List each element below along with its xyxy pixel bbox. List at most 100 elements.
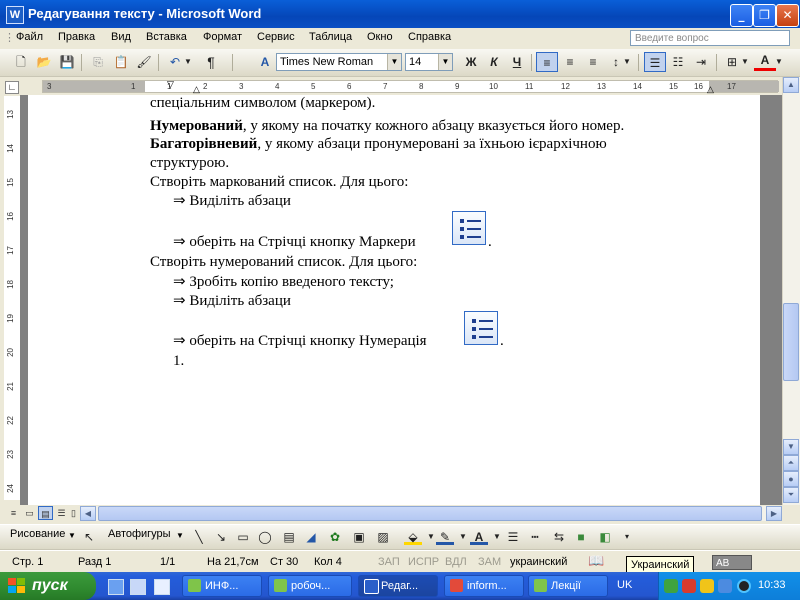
status-track-changes[interactable]: ИСПР	[408, 556, 439, 568]
diagram-icon[interactable]: ✿	[326, 529, 344, 545]
quicklaunch-desktop-icon[interactable]	[108, 579, 124, 595]
font-color-dropdown-icon[interactable]: ▼	[774, 52, 784, 72]
menu-view[interactable]: Вид	[111, 31, 131, 43]
oval-tool-icon[interactable]: ◯	[256, 529, 274, 545]
horizontal-scrollbar[interactable]: ◀ ▶	[80, 506, 782, 521]
vertical-scrollbar[interactable]: ▲ ▼ ⏶ ● ⏷	[782, 77, 800, 505]
taskbar-item-robochi[interactable]: робоч...	[268, 575, 352, 597]
underline-button[interactable]: Ч	[506, 52, 528, 72]
menu-table[interactable]: Таблица	[309, 31, 352, 43]
menu-window[interactable]: Окно	[367, 31, 393, 43]
font-size-combo[interactable]: 14 ▼	[405, 53, 453, 71]
quicklaunch-notepad-icon[interactable]	[154, 579, 170, 595]
wordart-icon[interactable]: ◢	[302, 529, 320, 545]
3d-style-icon[interactable]: ◧	[596, 529, 614, 545]
restore-icon[interactable]: ❐	[753, 4, 776, 27]
help-question-input[interactable]: Введите вопрос	[630, 30, 790, 46]
browse-object-icon[interactable]: ●	[783, 471, 799, 487]
quicklaunch-explorer-icon[interactable]	[130, 579, 146, 595]
start-button[interactable]: пуск	[0, 572, 96, 600]
arrow-tool-icon[interactable]: ↘	[212, 529, 230, 545]
bold-button[interactable]: Ж	[460, 52, 482, 72]
italic-button[interactable]: К	[483, 52, 505, 72]
arrow-style-icon[interactable]: ⇆	[550, 529, 568, 545]
print-layout-icon[interactable]: ▤	[38, 506, 53, 520]
word-app-icon[interactable]: W	[6, 6, 24, 24]
dash-style-icon[interactable]: ┅	[526, 529, 544, 545]
horizontal-ruler[interactable]: 3 1 1 2 3 4 5 6 7 8 9 10 11 12 13 14 15 …	[42, 79, 779, 95]
taskbar-item-word[interactable]: Редаг...	[358, 575, 438, 597]
menu-tools[interactable]: Сервис	[257, 31, 295, 43]
language-bar[interactable]: AB	[712, 555, 752, 570]
taskbar-item-lektsii[interactable]: Лекції	[528, 575, 608, 597]
menu-format[interactable]: Формат	[203, 31, 242, 43]
status-record[interactable]: ЗАП	[378, 556, 400, 568]
tray-security-icon[interactable]	[700, 579, 714, 593]
borders-dropdown-icon[interactable]: ▼	[740, 52, 750, 72]
new-document-icon[interactable]: 🗋	[10, 52, 32, 72]
line-tool-icon[interactable]: ╲	[190, 529, 208, 545]
copy-icon[interactable]: ⎘	[87, 52, 109, 72]
minimize-icon[interactable]: _	[730, 4, 753, 27]
font-size-dropdown-icon[interactable]: ▼	[438, 54, 452, 70]
reading-view-icon[interactable]: ▯	[66, 506, 81, 520]
status-language[interactable]: украинский	[510, 556, 567, 568]
shadow-icon[interactable]: ■	[572, 529, 590, 545]
right-indent-marker[interactable]: △	[707, 84, 714, 95]
taskbar-item-inform[interactable]: inform...	[444, 575, 524, 597]
normal-view-icon[interactable]: ≡	[6, 506, 21, 520]
taskbar-item-inf[interactable]: ИНФ...	[182, 575, 262, 597]
numbering-icon[interactable]: ☰	[644, 52, 666, 72]
line-spacing-dropdown-icon[interactable]: ▼	[622, 52, 632, 72]
line-style-icon[interactable]: ☰	[504, 529, 522, 545]
align-center-icon[interactable]: ≡	[559, 52, 581, 72]
align-left-icon[interactable]: ≡	[536, 52, 558, 72]
font-color-icon[interactable]: A	[754, 52, 776, 71]
horizontal-scroll-thumb[interactable]	[98, 506, 762, 521]
clipart-icon[interactable]: ▣	[350, 529, 368, 545]
input-language-indicator[interactable]: UK	[617, 579, 632, 591]
tray-network-icon[interactable]	[664, 579, 678, 593]
indent-icon[interactable]: ⇥	[690, 52, 712, 72]
tray-media-icon[interactable]	[737, 579, 751, 593]
menu-help[interactable]: Справка	[408, 31, 451, 43]
taskbar-clock[interactable]: 10:33	[758, 579, 786, 591]
styles-icon[interactable]: A	[254, 52, 276, 72]
spelling-book-icon[interactable]: 📖	[588, 553, 604, 569]
font-name-combo[interactable]: Times New Roman ▼	[276, 53, 402, 71]
close-icon[interactable]: ✕	[776, 4, 799, 27]
hanging-indent-marker[interactable]: △	[193, 84, 200, 95]
document-page[interactable]: спеціальним символом (маркером). Нумеров…	[28, 95, 760, 505]
rectangle-tool-icon[interactable]: ▭	[234, 529, 252, 545]
scroll-up-icon[interactable]: ▲	[783, 77, 799, 93]
status-extend[interactable]: ВДЛ	[445, 556, 467, 568]
select-objects-icon[interactable]: ↖	[80, 529, 98, 545]
menu-file[interactable]: Файл	[16, 31, 43, 43]
toolbar-options-icon[interactable]: ▾	[618, 529, 636, 545]
previous-page-icon[interactable]: ⏶	[783, 455, 799, 471]
draw-menu-dropdown-icon[interactable]: ▼	[68, 531, 76, 540]
paste-icon[interactable]: 📋	[110, 52, 132, 72]
scroll-left-icon[interactable]: ◀	[80, 506, 96, 521]
undo-dropdown-icon[interactable]: ▼	[183, 52, 193, 72]
first-line-indent-marker[interactable]: ▽	[167, 79, 174, 90]
vertical-scroll-thumb[interactable]	[783, 303, 799, 381]
scroll-right-icon[interactable]: ▶	[766, 506, 782, 521]
autoshapes-dropdown-icon[interactable]: ▼	[176, 531, 184, 540]
status-overtype[interactable]: ЗАМ	[478, 556, 501, 568]
menu-edit[interactable]: Правка	[58, 31, 95, 43]
insert-picture-icon[interactable]: ▨	[374, 529, 392, 545]
menu-insert[interactable]: Вставка	[146, 31, 187, 43]
scroll-down-icon[interactable]: ▼	[783, 439, 799, 455]
justify-icon[interactable]: ≡	[582, 52, 604, 72]
bullets-icon[interactable]: ☷	[667, 52, 689, 72]
tray-monitor-icon[interactable]	[718, 579, 732, 593]
vertical-ruler[interactable]: 13 14 15 16 17 18 19 20 21 22 23 24	[4, 96, 21, 500]
show-formatting-icon[interactable]: ¶	[200, 52, 222, 72]
text-color-icon[interactable]: A	[470, 529, 488, 545]
text-box-icon[interactable]: ▤	[280, 529, 298, 545]
line-color-icon[interactable]: ✎	[436, 529, 454, 545]
tray-antivirus-icon[interactable]	[682, 579, 696, 593]
open-folder-icon[interactable]: 📂	[33, 52, 55, 72]
fill-color-icon[interactable]: ⬙	[404, 529, 422, 545]
